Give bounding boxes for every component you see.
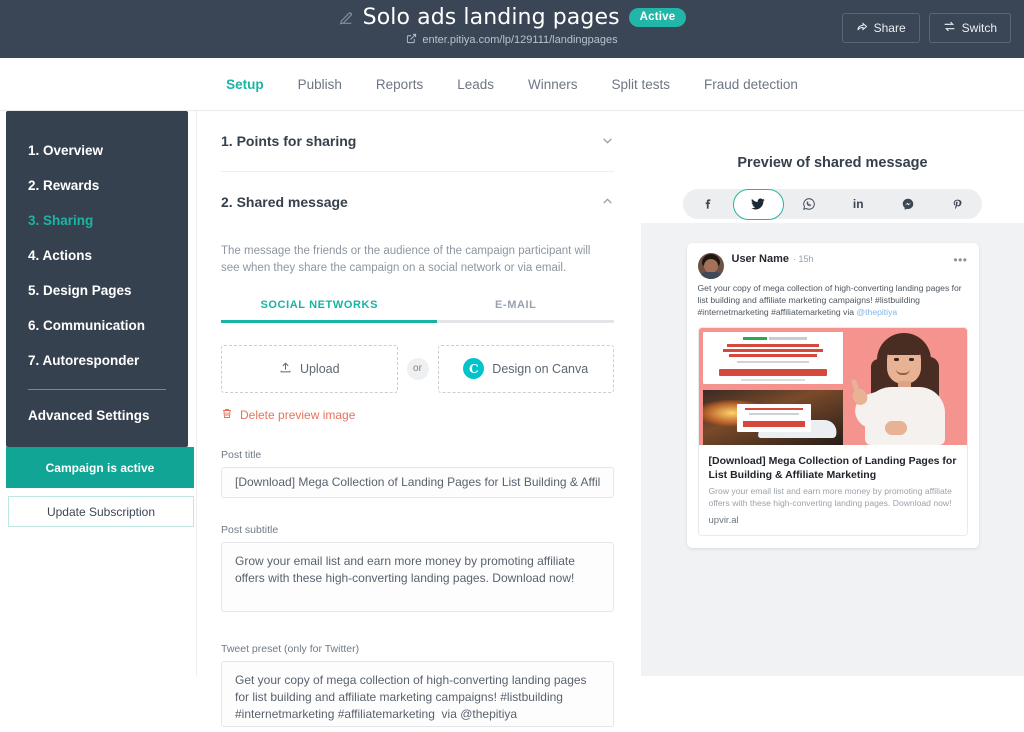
landing-page-mockup-2: [702, 390, 843, 445]
switch-button-label: Switch: [961, 21, 997, 35]
avatar: [697, 253, 724, 279]
woman-illustration: [850, 329, 957, 445]
tab-winners[interactable]: Winners: [511, 58, 595, 111]
pinterest-icon[interactable]: [933, 189, 983, 219]
share-icon: [856, 21, 868, 36]
landing-page-mockup-1: [702, 332, 843, 384]
preview-panel: Preview of shared message in User Name ·…: [641, 111, 1024, 676]
tweet-preview-card: User Name · 15h ••• Get your copy of meg…: [686, 243, 979, 548]
tweet-timestamp: · 15h: [792, 254, 814, 264]
facebook-icon[interactable]: [683, 189, 733, 219]
whatsapp-icon[interactable]: [784, 189, 834, 219]
upload-button-label: Upload: [299, 361, 340, 376]
chevron-down-icon[interactable]: [601, 134, 614, 149]
top-header-actions: Share Switch: [841, 13, 1011, 43]
upload-icon: [279, 361, 292, 377]
image-source-row: Upload or C Design on Canva: [221, 344, 614, 393]
tweet-body-text: Get your copy of mega collection of high…: [698, 282, 968, 318]
link-card-description: Grow your email list and earn more money…: [708, 486, 952, 508]
tweet-header: User Name · 15h •••: [697, 253, 968, 279]
delete-preview-image-link[interactable]: Delete preview image: [221, 407, 614, 423]
tweet-body-main: Get your copy of mega collection of high…: [697, 283, 962, 317]
twitter-icon[interactable]: [732, 188, 784, 220]
page-title: Solo ads landing pages: [362, 5, 620, 30]
link-card-title: [Download] Mega Collection of Landing Pa…: [708, 455, 957, 481]
ellipsis-icon[interactable]: •••: [953, 253, 967, 279]
link-card-domain: upvir.al: [708, 515, 739, 526]
sidebar-item-design-pages[interactable]: 5. Design Pages: [6, 273, 188, 308]
section-points-for-sharing-header[interactable]: 1. Points for sharing: [221, 111, 614, 171]
tweet-name-row: User Name · 15h: [732, 253, 946, 265]
tweet-link-card[interactable]: [Download] Mega Collection of Landing Pa…: [697, 445, 968, 536]
section-shared-message-header[interactable]: 2. Shared message: [221, 172, 614, 232]
messenger-icon[interactable]: [883, 189, 933, 219]
tweet-meta: User Name · 15h: [732, 253, 946, 279]
subtab-active-indicator: [221, 320, 438, 323]
social-network-selector: in: [683, 188, 983, 220]
design-on-canva-button[interactable]: C Design on Canva: [437, 344, 614, 393]
or-separator: or: [406, 357, 429, 380]
post-title-label: Post title: [221, 448, 262, 461]
post-subtitle-label: Post subtitle: [221, 523, 279, 536]
switch-icon: [943, 20, 956, 36]
post-subtitle-textarea[interactable]: [221, 541, 614, 612]
main-content-panel: 1. Points for sharing 2. Shared message …: [196, 111, 638, 727]
tab-fraud-detection[interactable]: Fraud detection: [687, 58, 815, 111]
subtab-indicator-rail: [221, 320, 614, 323]
delete-preview-image-label: Delete preview image: [240, 407, 356, 422]
top-header-bar: Solo ads landing pages Active enter.piti…: [0, 0, 1024, 58]
tab-leads[interactable]: Leads: [440, 58, 511, 111]
tab-publish[interactable]: Publish: [281, 58, 359, 111]
share-button[interactable]: Share: [841, 13, 920, 43]
preview-header: Preview of shared message in: [641, 111, 1024, 223]
share-button-label: Share: [873, 21, 906, 35]
campaign-status-button[interactable]: Campaign is active: [6, 447, 194, 488]
sidebar-item-overview[interactable]: 1. Overview: [6, 133, 188, 168]
campaign-url: enter.pitiya.com/lp/129111/landingpages: [422, 34, 618, 46]
tweet-preset-textarea[interactable]: [221, 660, 614, 727]
upload-button[interactable]: Upload: [221, 344, 398, 393]
linkedin-icon[interactable]: in: [834, 189, 884, 219]
tweet-preview-image: [697, 327, 968, 445]
switch-button[interactable]: Switch: [928, 13, 1011, 43]
post-title-input[interactable]: [221, 466, 614, 498]
status-badge: Active: [628, 8, 687, 27]
canva-icon: C: [463, 358, 485, 379]
sidebar-divider: [28, 389, 166, 390]
tweet-preset-label: Tweet preset (only for Twitter): [221, 642, 360, 655]
tweet-mention: @thepitiya: [856, 307, 898, 317]
tab-split-tests[interactable]: Split tests: [595, 58, 688, 111]
section-shared-message-title: 2. Shared message: [221, 194, 348, 210]
canva-button-label: Design on Canva: [492, 361, 589, 376]
main-tab-bar: Setup Publish Reports Leads Winners Spli…: [0, 58, 1024, 111]
section-points-for-sharing-title: 1. Points for sharing: [221, 133, 357, 149]
sidebar-item-advanced-settings[interactable]: Advanced Settings: [6, 398, 188, 433]
tab-setup[interactable]: Setup: [209, 58, 281, 111]
pencil-icon[interactable]: [338, 10, 354, 26]
section-description: The message the friends or the audience …: [221, 245, 591, 274]
subtab-social-networks[interactable]: SOCIAL NETWORKS: [221, 299, 418, 320]
trash-icon: [221, 407, 233, 423]
sidebar-item-sharing[interactable]: 3. Sharing: [6, 203, 188, 238]
external-link-icon: [406, 33, 417, 47]
sidebar-item-communication[interactable]: 6. Communication: [6, 308, 188, 343]
tab-reports[interactable]: Reports: [359, 58, 440, 111]
preview-title: Preview of shared message: [737, 155, 928, 171]
sidebar-item-autoresponder[interactable]: 7. Autoresponder: [6, 343, 188, 378]
campaign-url-row[interactable]: enter.pitiya.com/lp/129111/landingpages: [406, 33, 618, 47]
subtab-email[interactable]: E-MAIL: [418, 299, 615, 320]
sidebar-nav: 1. Overview 2. Rewards 3. Sharing 4. Act…: [6, 111, 194, 527]
message-type-subtabs: SOCIAL NETWORKS E-MAIL: [221, 299, 614, 320]
tweet-user-name: User Name: [731, 253, 789, 265]
sidebar-item-actions[interactable]: 4. Actions: [6, 238, 188, 273]
update-subscription-button[interactable]: Update Subscription: [8, 496, 194, 527]
sidebar-item-rewards[interactable]: 2. Rewards: [6, 168, 188, 203]
chevron-up-icon[interactable]: [601, 195, 614, 210]
title-row: Solo ads landing pages Active: [338, 5, 687, 30]
preview-body: User Name · 15h ••• Get your copy of meg…: [641, 223, 1024, 676]
